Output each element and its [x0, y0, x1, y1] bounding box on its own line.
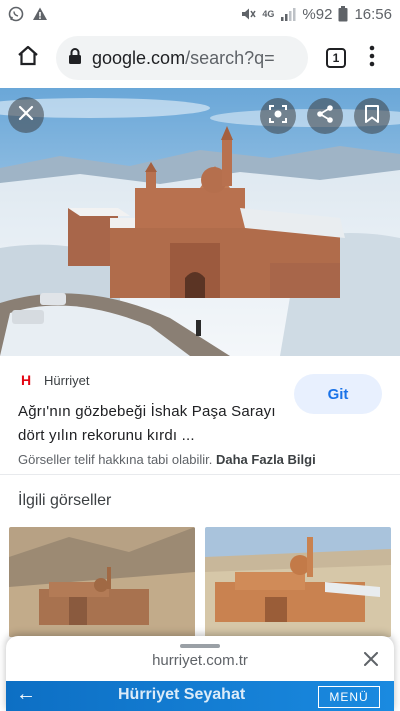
related-photo	[205, 527, 391, 637]
url-text: google.com/search?q=	[92, 48, 275, 69]
url-host: google.com	[92, 47, 186, 68]
site-header: ← Hürriyet Seyahat MENÜ	[6, 681, 394, 711]
status-bar: 4G %92 16:56	[0, 0, 400, 28]
sheet-close-button[interactable]	[358, 648, 384, 674]
more-vert-icon	[369, 45, 375, 72]
source-name: Hürriyet	[44, 372, 90, 388]
whatsapp-icon	[8, 6, 24, 22]
related-image[interactable]	[205, 527, 391, 637]
network-type: 4G	[262, 8, 275, 19]
result-info: H Hürriyet Ağrı'nın gözbebeği İshak Paşa…	[0, 356, 400, 474]
signal-icon	[280, 6, 296, 22]
share-button[interactable]	[307, 98, 343, 134]
site-menu-button[interactable]: MENÜ	[318, 686, 380, 708]
sheet-url: hurriyet.com.tr	[152, 652, 248, 669]
site-brand: Hürriyet Seyahat	[118, 686, 246, 703]
copyright-text: Görseller telif hakkına tabi olabilir.	[18, 452, 213, 467]
bookmark-icon	[364, 104, 380, 129]
lock-icon	[68, 47, 82, 69]
browser-toolbar: google.com/search?q= 1	[0, 28, 400, 88]
address-bar[interactable]: google.com/search?q=	[56, 36, 308, 80]
lens-icon	[268, 104, 288, 129]
lens-button[interactable]	[260, 98, 296, 134]
close-icon	[364, 651, 378, 671]
divider	[0, 474, 400, 475]
tab-switcher-button[interactable]: 1	[318, 40, 354, 76]
warning-icon	[32, 6, 48, 22]
related-heading: İlgili görseller	[18, 492, 112, 509]
tabs-icon: 1	[326, 48, 346, 68]
url-path: /search?q=	[185, 47, 275, 68]
more-info-link[interactable]: Daha Fazla Bilgi	[216, 452, 316, 467]
sheet-drag-handle[interactable]	[180, 644, 220, 648]
visit-button[interactable]: Git	[294, 374, 382, 414]
close-image-button[interactable]	[8, 97, 44, 133]
home-button[interactable]	[10, 40, 46, 76]
home-icon	[16, 44, 40, 73]
related-photo	[9, 527, 195, 637]
close-icon	[18, 105, 34, 126]
menu-button[interactable]	[354, 40, 390, 76]
mute-icon	[240, 6, 257, 22]
preview-sheet[interactable]: hurriyet.com.tr ← Hürriyet Seyahat MENÜ	[6, 636, 394, 711]
source-logo: H	[20, 372, 32, 388]
palace-photo	[0, 88, 400, 356]
save-button[interactable]	[354, 98, 390, 134]
related-image[interactable]	[9, 527, 195, 637]
copyright-notice: Görseller telif hakkına tabi olabilir. D…	[18, 452, 316, 467]
battery-percent: %92	[302, 5, 333, 23]
result-image[interactable]	[0, 88, 400, 356]
result-title[interactable]: Ağrı'nın gözbebeği İshak Paşa Sarayı dör…	[18, 400, 288, 448]
share-icon	[315, 104, 335, 129]
battery-icon	[338, 6, 348, 22]
clock: 16:56	[354, 5, 392, 23]
back-arrow-icon[interactable]: ←	[16, 683, 36, 706]
